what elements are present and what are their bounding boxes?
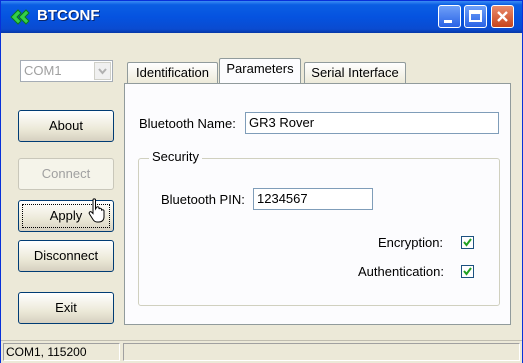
bluetooth-pin-label: Bluetooth PIN:	[161, 192, 245, 207]
title-bar[interactable]: BTCONF	[1, 1, 522, 33]
status-pane-empty	[123, 343, 520, 361]
minimize-icon	[444, 20, 452, 23]
bluetooth-name-input[interactable]: GR3 Rover	[245, 112, 499, 134]
authentication-checkbox[interactable]	[461, 265, 474, 278]
disconnect-button[interactable]: Disconnect	[18, 240, 114, 272]
mouse-cursor-icon	[88, 198, 105, 223]
exit-button[interactable]: Exit	[18, 292, 114, 324]
authentication-label: Authentication:	[358, 264, 445, 279]
bluetooth-name-label: Bluetooth Name:	[139, 116, 236, 131]
com-port-select[interactable]: COM1	[20, 60, 113, 82]
bluetooth-logo-icon	[10, 9, 30, 25]
connect-button[interactable]: Connect	[18, 158, 114, 190]
security-group-title: Security	[149, 149, 202, 164]
checkmark-icon	[463, 267, 472, 276]
close-button[interactable]	[491, 5, 514, 28]
encryption-checkbox[interactable]	[461, 236, 474, 249]
minimize-button[interactable]	[438, 5, 461, 28]
bluetooth-pin-input[interactable]: 1234567	[253, 188, 373, 210]
security-groupbox	[138, 158, 500, 306]
encryption-label: Encryption:	[378, 235, 444, 250]
window-title: BTCONF	[37, 7, 100, 24]
maximize-button[interactable]	[464, 5, 487, 28]
maximize-icon	[469, 10, 482, 22]
status-bar: COM1, 115200	[1, 340, 522, 363]
chevron-down-icon[interactable]	[94, 62, 111, 80]
status-port-info: COM1, 115200	[3, 343, 120, 361]
close-icon	[497, 11, 508, 22]
btconf-window: BTCONF COM1 About Connect Apply Disconne…	[0, 0, 523, 363]
checkmark-icon	[463, 238, 472, 247]
tab-serial-interface[interactable]: Serial Interface	[304, 62, 406, 84]
com-port-value: COM1	[24, 63, 62, 78]
about-button[interactable]: About	[18, 110, 114, 142]
tab-parameters[interactable]: Parameters	[219, 58, 301, 83]
tab-identification[interactable]: Identification	[127, 62, 218, 84]
